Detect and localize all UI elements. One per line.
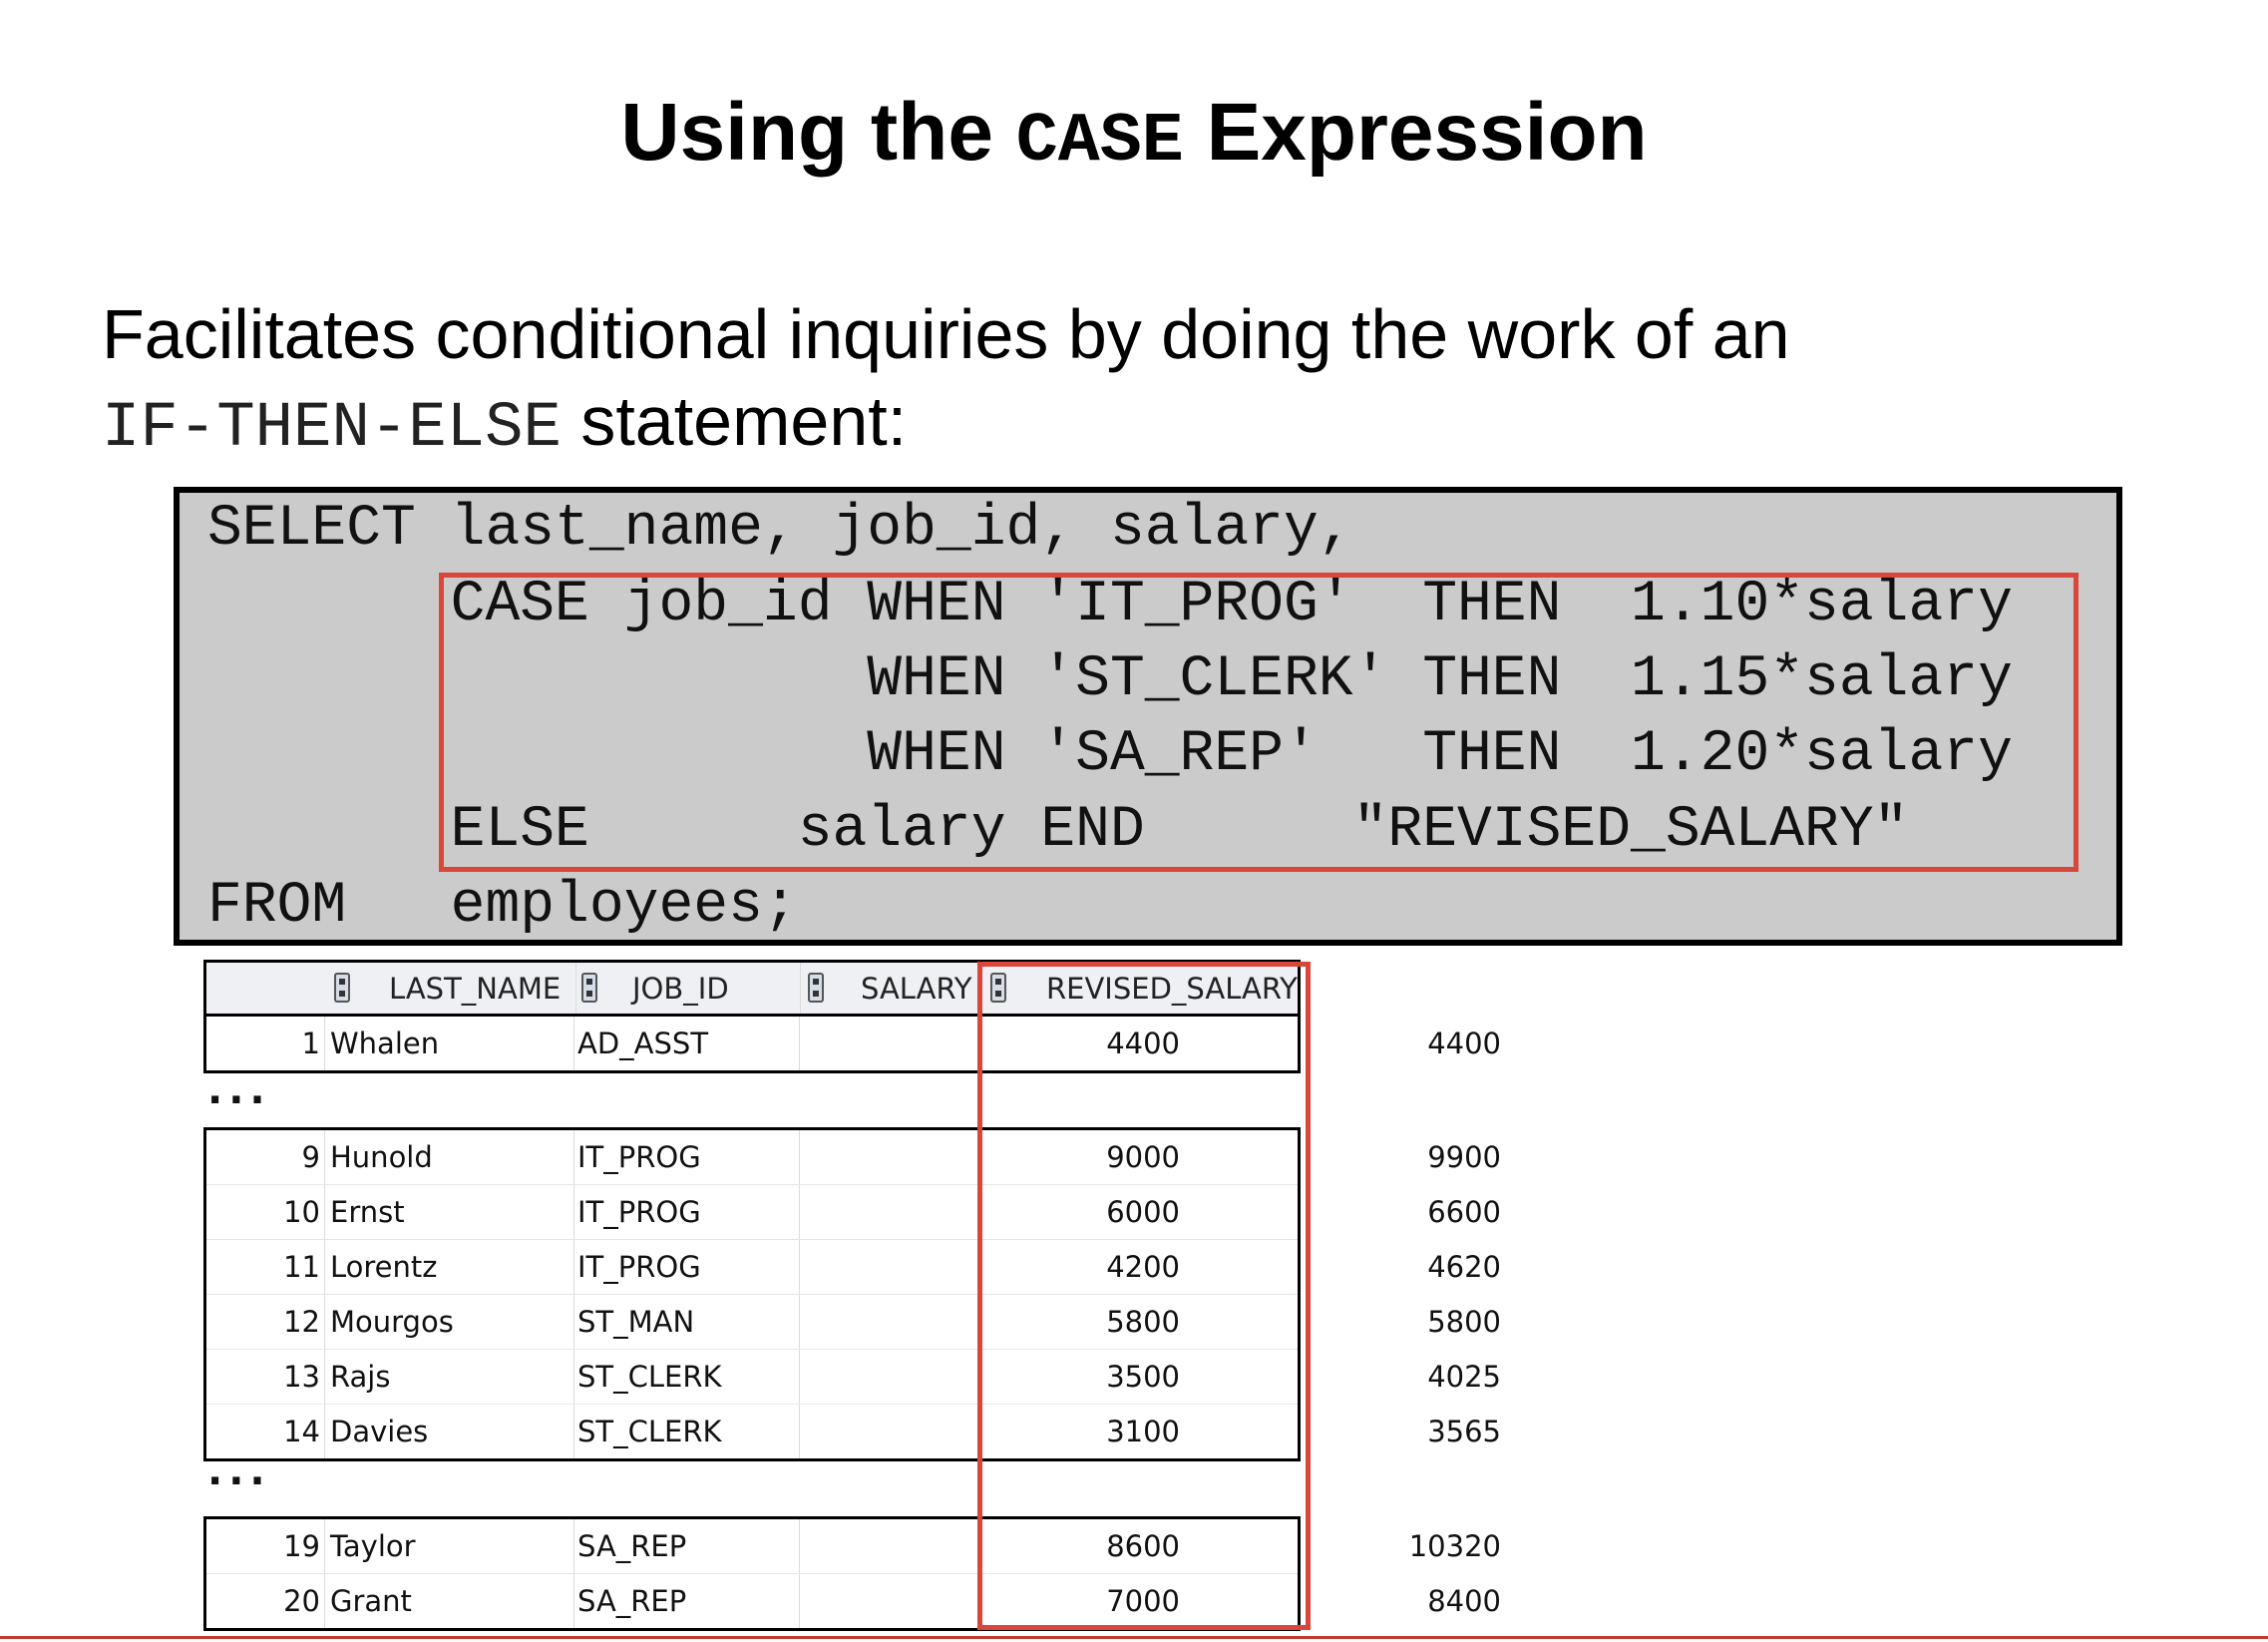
title-keyword: CASE — [1015, 103, 1184, 182]
cell-job-id: IT_PROG — [577, 1140, 701, 1174]
column-divider — [799, 1240, 800, 1294]
column-divider — [573, 1519, 574, 1573]
cell-job-id: IT_PROG — [577, 1195, 701, 1229]
case-expression-highlight — [439, 573, 2079, 872]
column-divider — [799, 1405, 800, 1458]
column-divider — [324, 1405, 325, 1458]
sort-icon[interactable] — [334, 973, 350, 1003]
slide-title: Using the CASE Expression — [0, 86, 2268, 182]
column-divider — [324, 1350, 325, 1404]
title-prefix: Using the — [620, 87, 993, 178]
column-divider — [573, 1185, 574, 1239]
column-divider — [799, 1017, 800, 1070]
row-number: 10 — [283, 1195, 320, 1229]
cell-last-name: Hunold — [330, 1140, 433, 1174]
row-number: 19 — [283, 1529, 320, 1563]
column-divider — [799, 1185, 800, 1239]
revised-salary-highlight — [977, 962, 1311, 1630]
column-divider — [799, 1519, 800, 1573]
footer-rule — [0, 1636, 2268, 1639]
description-keyword: IF-THEN-ELSE — [102, 393, 562, 465]
column-divider — [324, 1519, 325, 1573]
column-header-job-id[interactable]: JOB_ID — [632, 963, 729, 1015]
code-line: FROM employees; — [207, 874, 798, 939]
cell-last-name: Whalen — [330, 1026, 440, 1060]
cell-last-name: Taylor — [330, 1529, 416, 1563]
cell-job-id: IT_PROG — [577, 1250, 701, 1284]
row-number: 20 — [283, 1584, 320, 1618]
column-divider — [573, 1240, 574, 1294]
cell-job-id: ST_CLERK — [577, 1360, 722, 1394]
cell-last-name: Ernst — [330, 1195, 405, 1229]
column-divider — [800, 963, 801, 1014]
cell-job-id: ST_MAN — [577, 1305, 695, 1339]
cell-last-name: Mourgos — [330, 1305, 454, 1339]
column-divider — [324, 1017, 325, 1070]
column-header-salary[interactable]: SALARY — [861, 963, 971, 1015]
row-ellipsis: ... — [207, 1448, 271, 1494]
column-divider — [324, 1185, 325, 1239]
column-divider — [573, 1295, 574, 1349]
column-divider — [799, 1295, 800, 1349]
column-divider — [573, 1017, 574, 1070]
column-divider — [573, 1350, 574, 1404]
column-divider — [575, 963, 576, 1014]
cell-last-name: Davies — [330, 1415, 429, 1448]
column-divider — [573, 1574, 574, 1628]
column-divider — [324, 1130, 325, 1184]
row-number: 9 — [301, 1140, 320, 1174]
description-line1: Facilitates conditional inquiries by doi… — [102, 295, 1790, 373]
column-divider — [324, 1240, 325, 1294]
column-divider — [573, 1405, 574, 1458]
cell-job-id: SA_REP — [577, 1529, 687, 1563]
sort-icon[interactable] — [808, 973, 824, 1003]
description-suffix: statement: — [580, 382, 908, 460]
code-line: SELECT last_name, job_id, salary, — [207, 497, 1353, 562]
description-line2: IF-THEN-ELSE statement: — [102, 378, 2196, 473]
slide-description: Facilitates conditional inquiries by doi… — [102, 291, 2196, 473]
column-divider — [324, 1574, 325, 1628]
column-divider — [799, 1350, 800, 1404]
cell-job-id: ST_CLERK — [577, 1415, 722, 1448]
sql-code-block: SELECT last_name, job_id, salary, CASE j… — [174, 487, 2122, 946]
column-divider — [799, 1574, 800, 1628]
cell-last-name: Rajs — [330, 1360, 391, 1394]
row-number: 12 — [283, 1305, 320, 1339]
column-divider — [573, 1130, 574, 1184]
row-number: 11 — [283, 1250, 320, 1284]
column-divider — [799, 1130, 800, 1184]
row-number: 1 — [301, 1026, 320, 1060]
column-divider — [324, 1295, 325, 1349]
cell-job-id: SA_REP — [577, 1584, 687, 1618]
row-ellipsis: ... — [207, 1067, 271, 1113]
cell-last-name: Grant — [330, 1584, 412, 1618]
title-suffix: Expression — [1206, 87, 1648, 178]
row-number: 13 — [283, 1360, 320, 1394]
sort-icon[interactable] — [581, 973, 597, 1003]
cell-job-id: AD_ASST — [577, 1026, 709, 1060]
cell-last-name: Lorentz — [330, 1250, 438, 1284]
column-header-last-name[interactable]: LAST_NAME — [389, 963, 561, 1015]
